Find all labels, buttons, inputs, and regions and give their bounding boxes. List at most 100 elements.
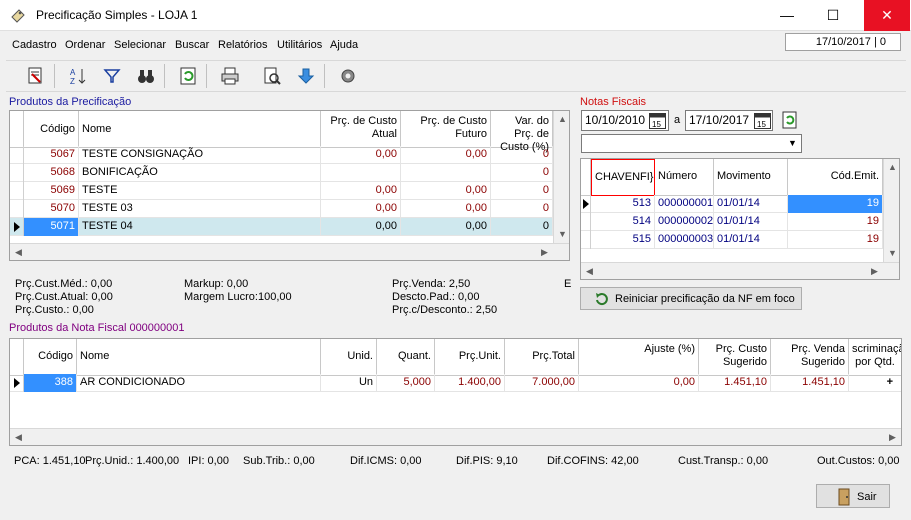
- cell-custo-futuro: 0,00: [401, 218, 491, 236]
- header-discriminacao[interactable]: scriminaçã por Qtd.: [849, 339, 901, 376]
- header-numero[interactable]: Número: [655, 159, 714, 196]
- itens-label: Produtos da Nota Fiscal 000000001: [9, 322, 185, 334]
- indicator-header: [10, 339, 24, 376]
- vertical-scrollbar[interactable]: ▲ ▼: [883, 159, 899, 262]
- horizontal-scrollbar[interactable]: ◀ ▶: [10, 428, 901, 445]
- cell-ajuste: 0,00: [579, 374, 699, 392]
- refresh-dates-icon[interactable]: [781, 111, 799, 129]
- menu-selecionar[interactable]: Selecionar: [114, 39, 166, 51]
- header-cod-emit[interactable]: Cód.Emit.: [788, 159, 883, 196]
- table-row[interactable]: 515 000000003 01/01/14 19: [581, 231, 883, 249]
- table-row-selected[interactable]: 513 000000001 01/01/14 19: [581, 195, 883, 213]
- header-custo-sugerido[interactable]: Prç. Custo Sugerido: [699, 339, 771, 376]
- cell-codigo: 5070: [24, 200, 79, 218]
- header-codigo[interactable]: Código: [24, 111, 79, 148]
- table-row[interactable]: 5067 TESTE CONSIGNAÇÃO 0,00 0,00 0: [10, 146, 553, 164]
- notas-dropdown[interactable]: ▼: [581, 134, 802, 153]
- app-icon: [11, 9, 25, 23]
- header-nome[interactable]: Nome: [77, 339, 321, 376]
- scroll-up-icon[interactable]: ▲: [554, 111, 569, 128]
- sair-button[interactable]: Sair: [816, 484, 890, 508]
- sort-az-icon[interactable]: A Z: [68, 66, 88, 86]
- header-codigo[interactable]: Código: [24, 339, 77, 376]
- calendar-icon[interactable]: 15: [754, 113, 771, 129]
- cell-custo-atual: 0,00: [321, 146, 401, 164]
- table-row[interactable]: 5068 BONIFICAÇÃO 0: [10, 164, 553, 182]
- table-row-selected[interactable]: 5071 TESTE 04 0,00 0,00 0: [10, 218, 553, 236]
- settings-icon[interactable]: [338, 66, 358, 86]
- header-custo-futuro[interactable]: Prç. de Custo Futuro: [401, 111, 491, 148]
- header-var-preco[interactable]: Var. do Prç. de Custo (%): [491, 111, 553, 153]
- header-chavenfi[interactable]: CHAVENFI}: [591, 159, 655, 196]
- descto-pad: Descto.Pad.: 0,00: [392, 291, 480, 303]
- reiniciar-label: Reiniciar precificação da NF em foco: [615, 293, 795, 305]
- scroll-right-icon[interactable]: ▶: [536, 244, 553, 260]
- refresh-icon[interactable]: [178, 66, 198, 86]
- cell-nome: BONIFICAÇÃO: [79, 164, 321, 182]
- footer-sub-trib: Sub.Trib.: 0,00: [243, 455, 315, 467]
- clear-icon[interactable]: [26, 66, 46, 86]
- scroll-down-icon[interactable]: ▼: [554, 226, 569, 243]
- cell-var: 0: [491, 182, 553, 200]
- binoculars-icon[interactable]: [136, 66, 156, 86]
- cell-prc-unit: 1.400,00: [435, 374, 505, 392]
- header-prc-total[interactable]: Prç.Total: [505, 339, 579, 376]
- header-ajuste[interactable]: Ajuste (%): [579, 339, 699, 376]
- cell-codigo: 5067: [24, 146, 79, 164]
- header-movimento[interactable]: Movimento: [714, 159, 788, 196]
- horizontal-scrollbar[interactable]: ◀ ▶: [581, 262, 899, 279]
- header-quant[interactable]: Quant.: [377, 339, 435, 376]
- cell-custo-atual: 0,00: [321, 218, 401, 236]
- current-row-arrow-icon: [14, 222, 20, 232]
- scroll-up-icon[interactable]: ▲: [884, 159, 899, 176]
- table-row[interactable]: 5070 TESTE 03 0,00 0,00 0: [10, 200, 553, 218]
- menu-ordenar[interactable]: Ordenar: [65, 39, 105, 51]
- maximize-button[interactable]: ☐: [810, 0, 856, 31]
- svg-text:15: 15: [757, 120, 766, 129]
- calendar-icon[interactable]: 15: [649, 113, 666, 129]
- table-row[interactable]: 514 000000002 01/01/14 19: [581, 213, 883, 231]
- cell-cod-emit: 19: [788, 213, 883, 231]
- cell-unid: Un: [321, 374, 377, 392]
- cell-var: 0: [491, 218, 553, 236]
- cell-movimento: 01/01/14: [714, 195, 788, 213]
- cell-numero: 000000001: [655, 195, 714, 213]
- menu-cadastro[interactable]: Cadastro: [12, 39, 57, 51]
- vertical-scrollbar[interactable]: ▲ ▼: [553, 111, 569, 243]
- cust-med: Prç.Cust.Méd.: 0,00: [15, 278, 113, 290]
- cell-prc-total: 7.000,00: [505, 374, 579, 392]
- header-custo-atual[interactable]: Prç. de Custo Atual: [321, 111, 401, 148]
- header-nome[interactable]: Nome: [79, 111, 321, 148]
- close-button[interactable]: ✕: [864, 0, 910, 31]
- markup: Markup: 0,00: [184, 278, 249, 290]
- minimize-button[interactable]: —: [764, 0, 810, 31]
- scroll-right-icon[interactable]: ▶: [866, 263, 883, 279]
- scroll-right-icon[interactable]: ▶: [884, 429, 901, 445]
- reiniciar-button[interactable]: Reiniciar precificação da NF em foco: [580, 287, 802, 310]
- itens-grid: Código Nome Unid. Quant. Prç.Unit. Prç.T…: [9, 338, 902, 446]
- horizontal-scrollbar[interactable]: ◀ ▶: [10, 243, 569, 260]
- menu-buscar[interactable]: Buscar: [175, 39, 209, 51]
- footer-dif-icms: Dif.ICMS: 0,00: [350, 455, 422, 467]
- scroll-left-icon[interactable]: ◀: [10, 244, 27, 260]
- cell-codigo: 388: [24, 374, 77, 392]
- table-row-selected[interactable]: 388 AR CONDICIONADO Un 5,000 1.400,00 7.…: [10, 374, 901, 392]
- scroll-down-icon[interactable]: ▼: [884, 245, 899, 262]
- scroll-left-icon[interactable]: ◀: [581, 263, 598, 279]
- header-prc-unit[interactable]: Prç.Unit.: [435, 339, 505, 376]
- header-unid[interactable]: Unid.: [321, 339, 377, 376]
- table-row[interactable]: 5069 TESTE 0,00 0,00 0: [10, 182, 553, 200]
- print-icon[interactable]: [220, 66, 240, 86]
- menu-ajuda[interactable]: Ajuda: [330, 39, 358, 51]
- filter-icon[interactable]: [102, 66, 122, 86]
- header-venda-sugerido[interactable]: Prç. Venda Sugerido: [771, 339, 849, 376]
- scroll-left-icon[interactable]: ◀: [10, 429, 27, 445]
- discriminacao-expand-icon[interactable]: +: [849, 374, 901, 392]
- preview-icon[interactable]: [262, 66, 282, 86]
- chevron-down-icon[interactable]: ▼: [784, 135, 801, 152]
- menu-utilitarios[interactable]: Utilitários: [277, 39, 322, 51]
- cell-chave: 515: [591, 231, 655, 249]
- menu-relatorios[interactable]: Relatórios: [218, 39, 268, 51]
- down-arrow-icon[interactable]: [296, 66, 316, 86]
- cell-numero: 000000002: [655, 213, 714, 231]
